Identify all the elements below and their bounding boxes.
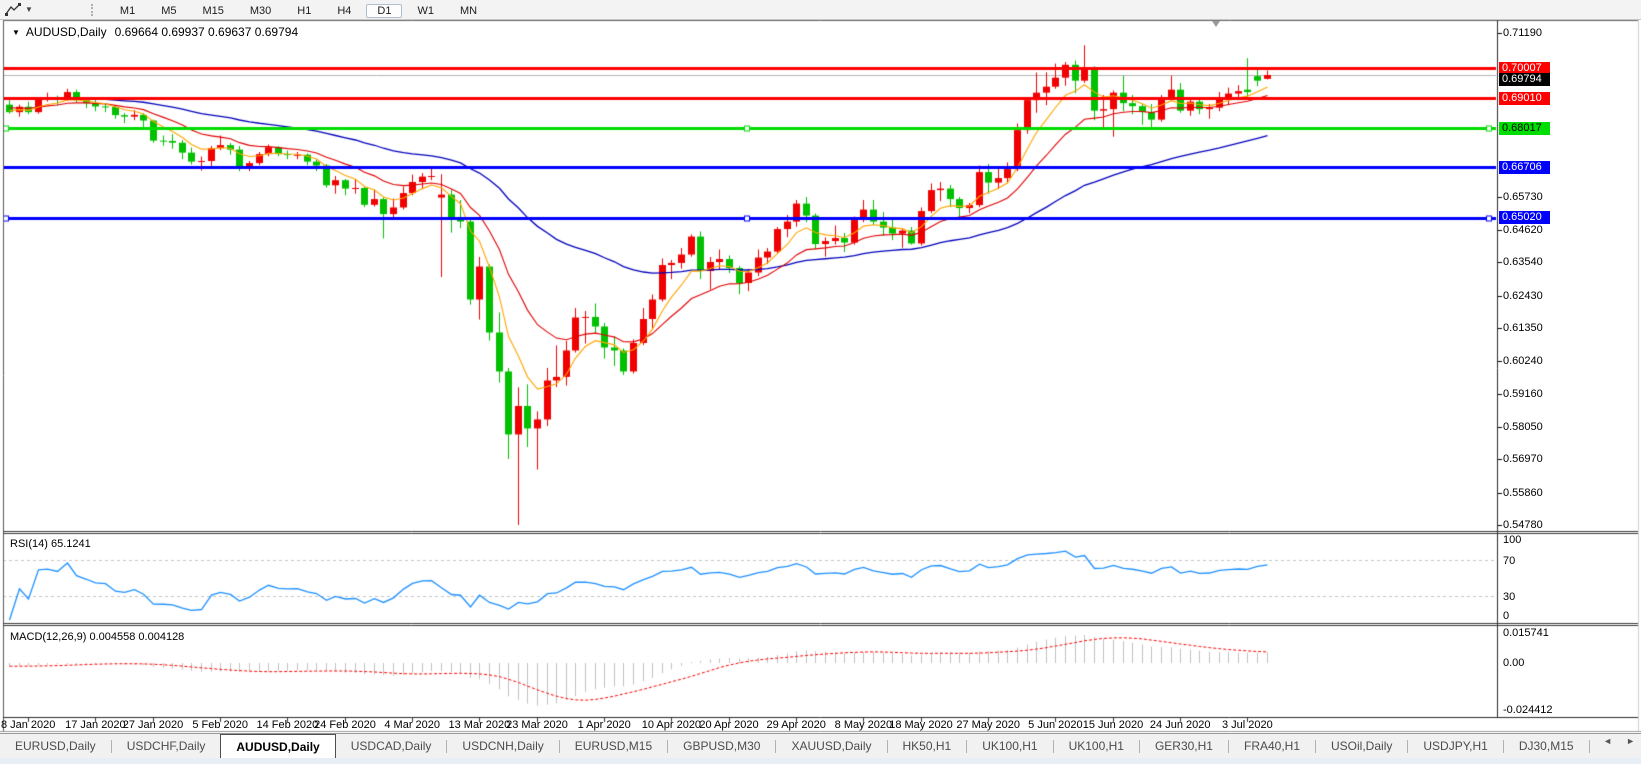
timeframe-button-d1[interactable]: D1 bbox=[366, 4, 402, 18]
tab-nav-left-icon[interactable]: ◄ bbox=[1603, 736, 1612, 746]
chart-tab-uk100-h1[interactable]: UK100,H1 bbox=[967, 734, 1052, 758]
timeframe-buttons: M1 M5 M15 M30 H1 H4 D1 W1 MN bbox=[107, 1, 490, 19]
current-price-label: 0.69794 bbox=[1499, 73, 1550, 86]
timeframe-button-h1[interactable]: H1 bbox=[286, 4, 322, 18]
trendline-tool-icon[interactable] bbox=[4, 3, 22, 16]
hline-price-label: 0.68017 bbox=[1499, 122, 1550, 135]
timeframe-button-mn[interactable]: MN bbox=[449, 4, 488, 18]
date-axis-tick: 8 Jan 2020 bbox=[1, 719, 55, 731]
timeframe-button-m15[interactable]: M15 bbox=[191, 4, 234, 18]
rsi-axis-tick: 0 bbox=[1503, 610, 1509, 622]
chart-tab-bar: EURUSD,DailyUSDCHF,DailyAUDUSD,DailyUSDC… bbox=[0, 733, 1641, 758]
toolbar-grip[interactable] bbox=[91, 4, 93, 16]
date-axis-tick: 27 Jan 2020 bbox=[123, 719, 184, 731]
price-shift-marker bbox=[1212, 21, 1220, 27]
symbol-dropdown-caret[interactable]: ▼ bbox=[12, 28, 20, 37]
macd-name: MACD(12,26,9) bbox=[10, 631, 86, 643]
tab-separator bbox=[1589, 740, 1590, 753]
timeframe-button-m30[interactable]: M30 bbox=[239, 4, 282, 18]
price-axis-tick: 0.61350 bbox=[1503, 322, 1543, 334]
toolbar: ▼ M1 M5 M15 M30 H1 H4 D1 W1 MN bbox=[0, 0, 1641, 20]
chart-title: ▼ AUDUSD,Daily 0.69664 0.69937 0.69637 0.6… bbox=[12, 25, 298, 39]
chart-tab-usoil-daily[interactable]: USOil,Daily bbox=[1316, 734, 1407, 758]
macd-axis-tick: -0.024412 bbox=[1503, 704, 1553, 716]
date-axis-tick: 29 Apr 2020 bbox=[767, 719, 826, 731]
hline-price-label: 0.69010 bbox=[1499, 92, 1550, 105]
date-axis-tick: 3 Jul 2020 bbox=[1222, 719, 1273, 731]
date-axis-tick: 10 Apr 2020 bbox=[642, 719, 701, 731]
price-axis-tick: 0.65730 bbox=[1503, 191, 1543, 203]
macd-axis-tick: 0.015741 bbox=[1503, 627, 1549, 639]
chart-tab-usdcad-daily[interactable]: USDCAD,Daily bbox=[336, 734, 447, 758]
price-axis-tick: 0.64620 bbox=[1503, 224, 1543, 236]
chart-tab-dj30-m15[interactable]: DJ30,M15 bbox=[1504, 734, 1589, 758]
timeframe-button-m5[interactable]: M5 bbox=[150, 4, 187, 18]
date-axis-tick: 8 May 2020 bbox=[835, 719, 892, 731]
rsi-indicator-label: RSI(14) 65.1241 bbox=[10, 538, 91, 550]
date-axis-tick: 5 Jun 2020 bbox=[1028, 719, 1082, 731]
rsi-axis-tick: 100 bbox=[1503, 534, 1521, 546]
date-axis-tick: 23 Mar 2020 bbox=[506, 719, 568, 731]
date-axis-tick: 17 Jan 2020 bbox=[65, 719, 126, 731]
macd-axis-tick: 0.00 bbox=[1503, 657, 1524, 669]
price-axis-tick: 0.59160 bbox=[1503, 388, 1543, 400]
date-axis-tick: 15 Jun 2020 bbox=[1083, 719, 1144, 731]
price-axis-tick: 0.60240 bbox=[1503, 355, 1543, 367]
timeframe-button-h4[interactable]: H4 bbox=[326, 4, 362, 18]
chart-canvas[interactable] bbox=[0, 0, 1641, 764]
hline-price-label: 0.66706 bbox=[1499, 161, 1550, 174]
date-axis-tick: 20 Apr 2020 bbox=[699, 719, 758, 731]
date-axis-tick: 27 May 2020 bbox=[956, 719, 1020, 731]
price-axis-tick: 0.55860 bbox=[1503, 487, 1543, 499]
price-axis-tick: 0.71190 bbox=[1503, 27, 1542, 39]
chart-tab-uk100-h1[interactable]: UK100,H1 bbox=[1054, 734, 1139, 758]
chart-tab-xauusd-daily[interactable]: XAUUSD,Daily bbox=[776, 734, 886, 758]
date-axis-tick: 24 Jun 2020 bbox=[1150, 719, 1211, 731]
chart-tab-eurusd-m15[interactable]: EURUSD,M15 bbox=[560, 734, 667, 758]
date-axis-tick: 4 Mar 2020 bbox=[384, 719, 440, 731]
date-axis-tick: 18 May 2020 bbox=[889, 719, 953, 731]
price-axis-tick: 0.56970 bbox=[1503, 453, 1543, 465]
chart-title-symbol: AUDUSD,Daily bbox=[26, 25, 107, 39]
status-strip bbox=[0, 757, 1641, 764]
chart-tab-audusd-daily[interactable]: AUDUSD,Daily bbox=[220, 734, 335, 758]
tab-nav-right-icon[interactable]: ► bbox=[1626, 736, 1635, 746]
mt4-window: ▼ M1 M5 M15 M30 H1 H4 D1 W1 MN ▼ AUDUSD,Daily 0.69… bbox=[0, 0, 1641, 764]
chart-tab-hk50-h1[interactable]: HK50,H1 bbox=[888, 734, 967, 758]
chart-tab-usdcnh-daily[interactable]: USDCNH,Daily bbox=[447, 734, 558, 758]
chart-tab-usdjpy-h1[interactable]: USDJPY,H1 bbox=[1408, 734, 1502, 758]
rsi-axis-tick: 30 bbox=[1503, 591, 1515, 603]
chart-tab-eurusd-daily[interactable]: EURUSD,Daily bbox=[0, 734, 111, 758]
date-axis-tick: 1 Apr 2020 bbox=[578, 719, 631, 731]
date-axis-tick: 13 Mar 2020 bbox=[449, 719, 511, 731]
rsi-value: 65.1241 bbox=[51, 538, 91, 550]
price-axis-tick: 0.58050 bbox=[1503, 421, 1543, 433]
macd-values: 0.004558 0.004128 bbox=[89, 631, 184, 643]
date-axis-tick: 5 Feb 2020 bbox=[192, 719, 248, 731]
tab-nav-arrows: ◄ ► bbox=[1603, 736, 1635, 746]
chart-tab-gbpusd-m30[interactable]: GBPUSD,M30 bbox=[668, 734, 775, 758]
chart-tab-fra40-h1[interactable]: FRA40,H1 bbox=[1229, 734, 1315, 758]
timeframe-button-w1[interactable]: W1 bbox=[406, 4, 445, 18]
chart-tab-usdchf-daily[interactable]: USDCHF,Daily bbox=[112, 734, 221, 758]
date-axis-tick: 24 Feb 2020 bbox=[314, 719, 376, 731]
hline-price-label: 0.65020 bbox=[1499, 211, 1550, 224]
chart-title-ohlc: 0.69664 0.69937 0.69637 0.69794 bbox=[115, 25, 299, 39]
date-axis-tick: 14 Feb 2020 bbox=[257, 719, 319, 731]
price-axis-tick: 0.62430 bbox=[1503, 290, 1543, 302]
rsi-axis-tick: 70 bbox=[1503, 555, 1515, 567]
timeframe-button-m1[interactable]: M1 bbox=[109, 4, 146, 18]
price-axis-tick: 0.54780 bbox=[1503, 519, 1543, 531]
tool-dropdown-caret[interactable]: ▼ bbox=[25, 5, 33, 14]
price-axis-tick: 0.63540 bbox=[1503, 256, 1543, 268]
rsi-name: RSI(14) bbox=[10, 538, 48, 550]
macd-indicator-label: MACD(12,26,9) 0.004558 0.004128 bbox=[10, 631, 184, 643]
chart-tab-ger30-h1[interactable]: GER30,H1 bbox=[1140, 734, 1228, 758]
